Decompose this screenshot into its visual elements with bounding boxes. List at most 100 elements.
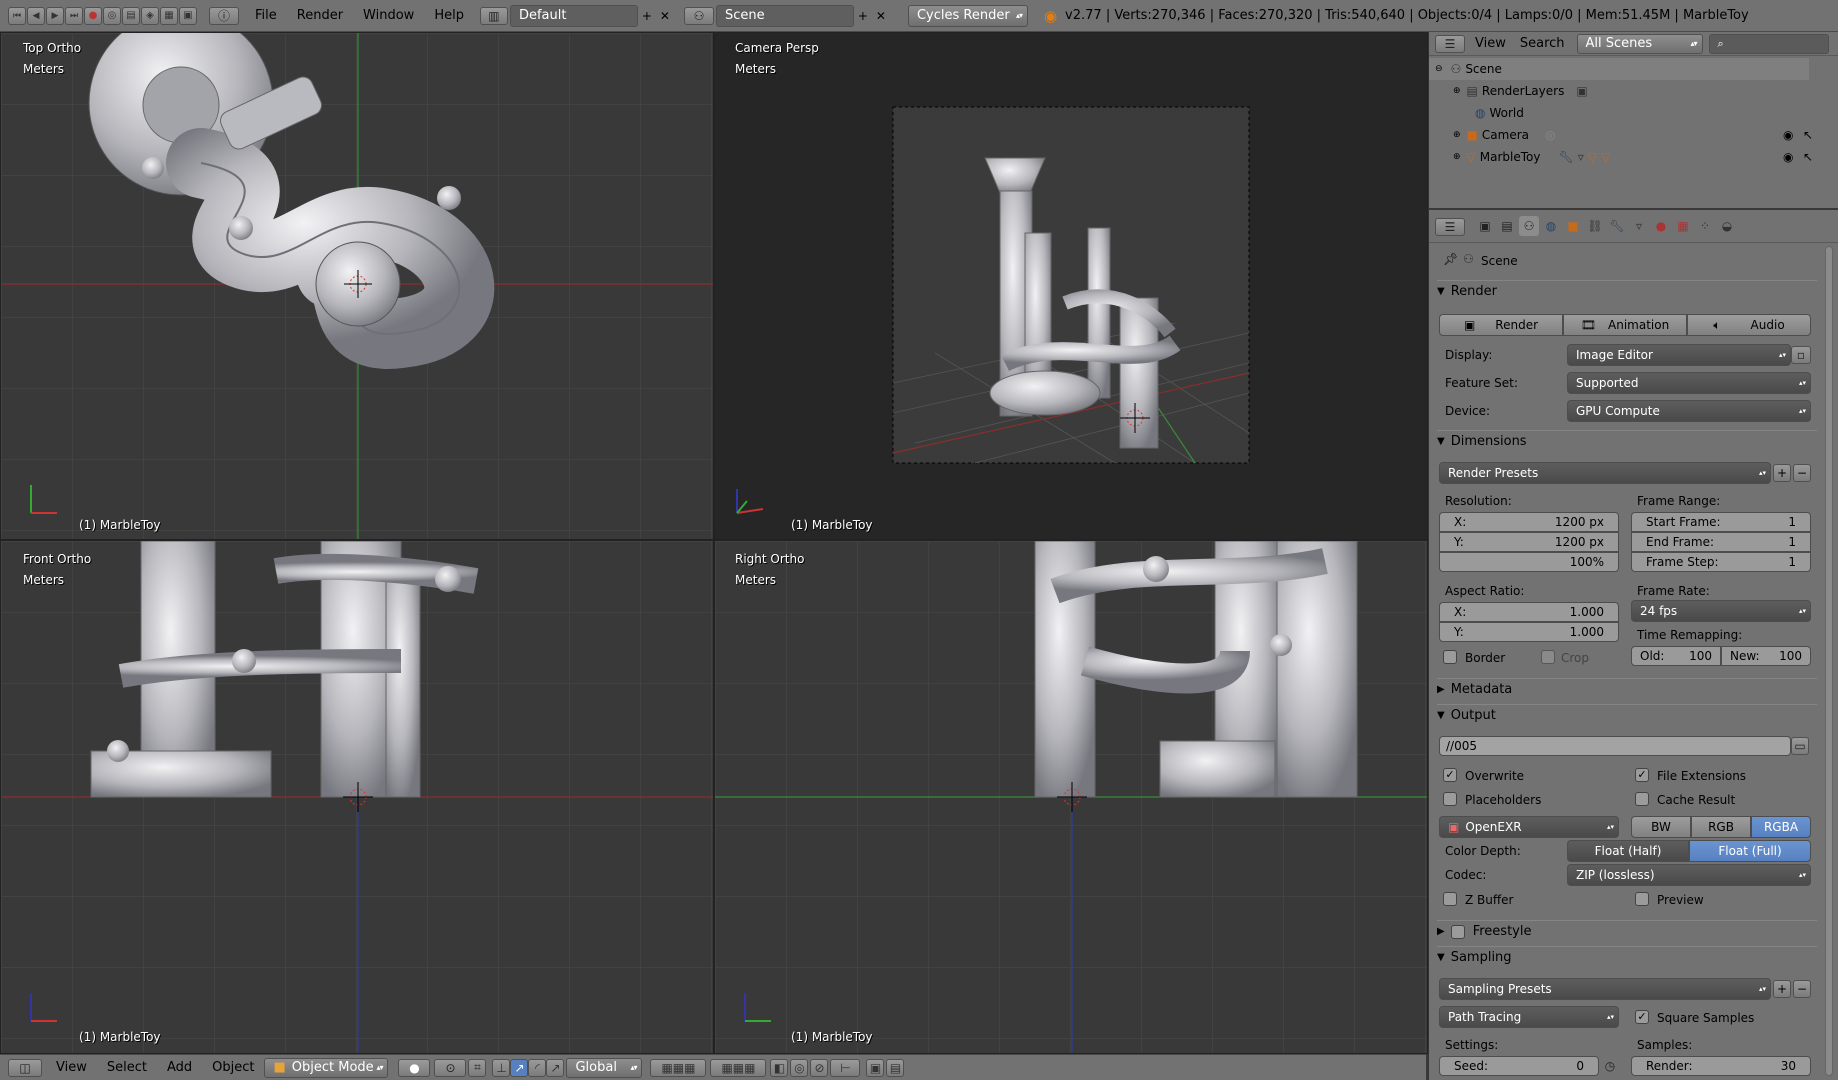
file-format-dropdown[interactable]: ▣ OpenEXR — [1439, 816, 1619, 838]
snap-element-icon[interactable]: ⊢ — [830, 1058, 861, 1077]
remove-screen-icon[interactable]: ✕ — [656, 7, 674, 25]
animated-seed-icon[interactable]: ◷ — [1601, 1057, 1619, 1075]
feature-set-dropdown[interactable]: Supported — [1567, 372, 1811, 394]
freestyle-checkbox[interactable] — [1450, 924, 1465, 939]
checker-icon[interactable]: ▦ — [160, 6, 178, 25]
metadata-panel-header[interactable]: ▶ Metadata — [1437, 678, 1817, 700]
freestyle-panel-header[interactable]: ▶ Freestyle — [1437, 920, 1817, 942]
resolution-percentage-slider[interactable]: 100% — [1439, 552, 1619, 572]
outliner-item-renderlayers[interactable]: ⊕ ▤ RenderLayers ▣ — [1429, 80, 1809, 102]
object-tab-icon[interactable]: ■ — [1563, 216, 1583, 236]
keying-icon[interactable]: ◎ — [103, 6, 121, 25]
display-dropdown[interactable]: Image Editor — [1567, 344, 1791, 366]
layers-icon[interactable]: ▦▦▦ — [650, 1058, 707, 1077]
scene-tab-icon[interactable]: ⚇ — [1519, 216, 1539, 236]
jump-start-icon[interactable]: ⏮ — [8, 6, 26, 25]
scene-field[interactable]: Scene — [715, 4, 854, 27]
particles-tab-icon[interactable]: ⁘ — [1695, 216, 1715, 236]
square-samples-checkbox[interactable]: ✓ — [1635, 1010, 1649, 1024]
screen-layout-icon[interactable]: ▥ — [479, 6, 508, 25]
data-tab-icon[interactable]: ▿ — [1629, 216, 1649, 236]
render-samples-field[interactable]: Render: 30 — [1631, 1056, 1811, 1076]
outliner-item-camera[interactable]: ⊕ ■ Camera ◎ ◉ ↖ — [1429, 124, 1813, 146]
audio-button[interactable]: 🔈︎ Audio — [1687, 314, 1811, 336]
render-region-icon[interactable]: ▣ — [179, 6, 197, 25]
integrator-dropdown[interactable]: Path Tracing — [1439, 1006, 1619, 1028]
outliner-item-marbletoy[interactable]: ⊕ ▽ MarbleToy 🔧︎ ▿ ▽ ▽ ◉ ↖ — [1429, 146, 1813, 168]
snap-icon[interactable]: ⊘ — [810, 1058, 829, 1077]
layers2-icon[interactable]: ▦▦▦ — [710, 1058, 767, 1077]
keyframe-icon[interactable]: ▤ — [122, 6, 140, 25]
shield-icon[interactable]: ◈ — [141, 6, 159, 25]
sampling-panel-header[interactable]: ▼ Sampling — [1437, 946, 1817, 968]
physics-tab-icon[interactable]: ◒ — [1717, 216, 1737, 236]
collapse-icon[interactable]: ⊖ — [1435, 64, 1443, 74]
texture-tab-icon[interactable]: ▦ — [1673, 216, 1693, 236]
add-preset-icon[interactable]: + — [1773, 464, 1791, 482]
add-screen-icon[interactable]: + — [638, 7, 656, 25]
play-reverse-icon[interactable]: ◀ — [27, 6, 45, 25]
dimensions-panel-header[interactable]: ▼ Dimensions — [1437, 430, 1817, 452]
expand-icon[interactable]: ⊕ — [1453, 86, 1461, 96]
viewport-front-ortho[interactable]: Front Ortho Meters (1) MarbleToy — [0, 540, 714, 1054]
properties-scrollbar[interactable] — [1825, 246, 1833, 1076]
render-icon[interactable]: ▣ — [866, 1058, 885, 1077]
seed-field[interactable]: Seed: 0 — [1439, 1056, 1599, 1076]
sampling-presets-dropdown[interactable]: Sampling Presets — [1439, 978, 1771, 1000]
output-path-input[interactable]: //005 — [1439, 736, 1791, 756]
menu-select[interactable]: Select — [97, 1060, 157, 1075]
codec-dropdown[interactable]: ZIP (lossless) — [1567, 864, 1811, 886]
mode-dropdown[interactable]: ■ Object Mode — [264, 1057, 389, 1078]
record-icon[interactable]: ● — [84, 6, 102, 25]
render-tab-icon[interactable]: ▣ — [1475, 216, 1495, 236]
orientation-dropdown[interactable]: Global — [566, 1057, 643, 1078]
visibility-eye-icon[interactable]: ◉ — [1783, 150, 1793, 164]
shading-icon[interactable]: ● — [398, 1058, 431, 1077]
remove-scene-icon[interactable]: ✕ — [872, 7, 890, 25]
pin-icon[interactable]: 📌︎ — [1443, 252, 1458, 266]
expand-icon[interactable]: ⊕ — [1453, 152, 1461, 162]
menu-add[interactable]: Add — [157, 1060, 202, 1075]
viewport-top-ortho[interactable]: Top Ortho Meters (1) MarbleToy — [0, 32, 714, 540]
resolution-y-field[interactable]: Y: 1200 px — [1439, 532, 1619, 552]
frame-rate-dropdown[interactable]: 24 fps — [1631, 600, 1811, 622]
outliner-search-input[interactable]: ⌕ — [1708, 33, 1829, 54]
aspect-y-field[interactable]: Y: 1.000 — [1439, 622, 1619, 642]
menu-render[interactable]: Render — [287, 8, 353, 23]
editor-type-icon[interactable]: ◫ — [8, 1058, 42, 1077]
opengl-anim-icon[interactable]: ▤ — [886, 1058, 905, 1077]
overwrite-checkbox[interactable]: ✓ — [1443, 768, 1457, 782]
scale-icon[interactable]: ◜ — [528, 1058, 547, 1077]
zbuffer-checkbox[interactable] — [1443, 892, 1457, 906]
viewport-right-ortho[interactable]: Right Ortho Meters (1) MarbleToy — [714, 540, 1428, 1054]
remove-preset-icon[interactable]: − — [1793, 980, 1811, 998]
expand-icon[interactable]: ⊕ — [1453, 130, 1461, 140]
info-editor-icon[interactable]: ⓘ — [209, 6, 239, 25]
placeholders-checkbox[interactable] — [1443, 792, 1457, 806]
constraints-tab-icon[interactable]: ⛓︎ — [1585, 216, 1605, 236]
render-engine-dropdown[interactable]: Cycles Render — [907, 4, 1028, 27]
add-scene-icon[interactable]: + — [854, 7, 872, 25]
crop-checkbox[interactable] — [1541, 650, 1555, 664]
properties-editor-icon[interactable]: ☰ — [1435, 218, 1465, 236]
layer-lock-icon[interactable]: ◧ — [770, 1058, 789, 1077]
scene-icon[interactable]: ⚇ — [683, 6, 714, 25]
start-frame-field[interactable]: Start Frame: 1 — [1631, 512, 1811, 532]
render-button[interactable]: ▣ Render — [1439, 314, 1563, 336]
visibility-eye-icon[interactable]: ◉ — [1783, 128, 1793, 142]
cache-result-checkbox[interactable] — [1635, 792, 1649, 806]
outliner-display-dropdown[interactable]: All Scenes — [1576, 33, 1703, 54]
render-panel-header[interactable]: ▼ Render — [1437, 280, 1817, 302]
window-icon[interactable]: ▫ — [1791, 346, 1811, 364]
render-presets-dropdown[interactable]: Render Presets — [1439, 462, 1771, 484]
menu-object[interactable]: Object — [202, 1060, 264, 1075]
outliner-search-menu[interactable]: Search — [1516, 36, 1575, 51]
world-tab-icon[interactable]: ◍ — [1541, 216, 1561, 236]
transform-icon[interactable]: ↗ — [546, 1058, 565, 1077]
aspect-x-field[interactable]: X: 1.000 — [1439, 602, 1619, 622]
viewport-camera-persp[interactable]: Camera Persp Meters (1) MarbleToy — [714, 32, 1428, 540]
modifiers-tab-icon[interactable]: 🔧︎ — [1607, 216, 1627, 236]
color-mode-rgba[interactable]: RGBA — [1751, 816, 1811, 838]
color-mode-rgb[interactable]: RGB — [1691, 816, 1751, 838]
menu-file[interactable]: File — [245, 8, 287, 23]
